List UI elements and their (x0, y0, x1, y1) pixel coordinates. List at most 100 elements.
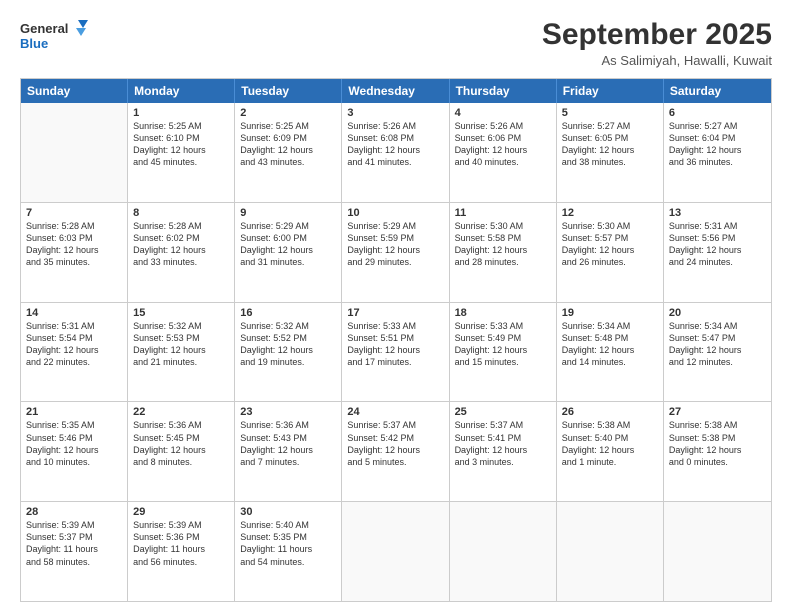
day-cell-19: 19Sunrise: 5:34 AM Sunset: 5:48 PM Dayli… (557, 303, 664, 402)
day-info: Sunrise: 5:36 AM Sunset: 5:43 PM Dayligh… (240, 419, 336, 468)
day-cell-10: 10Sunrise: 5:29 AM Sunset: 5:59 PM Dayli… (342, 203, 449, 302)
day-number: 12 (562, 207, 658, 219)
day-number: 14 (26, 307, 122, 319)
day-info: Sunrise: 5:30 AM Sunset: 5:58 PM Dayligh… (455, 220, 551, 269)
day-info: Sunrise: 5:35 AM Sunset: 5:46 PM Dayligh… (26, 419, 122, 468)
day-cell-2: 2Sunrise: 5:25 AM Sunset: 6:09 PM Daylig… (235, 103, 342, 202)
day-cell-17: 17Sunrise: 5:33 AM Sunset: 5:51 PM Dayli… (342, 303, 449, 402)
day-info: Sunrise: 5:34 AM Sunset: 5:47 PM Dayligh… (669, 320, 766, 369)
day-number: 24 (347, 406, 443, 418)
header-day-thursday: Thursday (450, 79, 557, 103)
week-row-1: 7Sunrise: 5:28 AM Sunset: 6:03 PM Daylig… (21, 202, 771, 302)
day-cell-4: 4Sunrise: 5:26 AM Sunset: 6:06 PM Daylig… (450, 103, 557, 202)
day-info: Sunrise: 5:37 AM Sunset: 5:42 PM Dayligh… (347, 419, 443, 468)
day-info: Sunrise: 5:26 AM Sunset: 6:06 PM Dayligh… (455, 120, 551, 169)
day-number: 1 (133, 107, 229, 119)
day-info: Sunrise: 5:26 AM Sunset: 6:08 PM Dayligh… (347, 120, 443, 169)
day-cell-23: 23Sunrise: 5:36 AM Sunset: 5:43 PM Dayli… (235, 402, 342, 501)
day-cell-3: 3Sunrise: 5:26 AM Sunset: 6:08 PM Daylig… (342, 103, 449, 202)
day-cell-14: 14Sunrise: 5:31 AM Sunset: 5:54 PM Dayli… (21, 303, 128, 402)
day-info: Sunrise: 5:27 AM Sunset: 6:05 PM Dayligh… (562, 120, 658, 169)
day-number: 3 (347, 107, 443, 119)
day-cell-26: 26Sunrise: 5:38 AM Sunset: 5:40 PM Dayli… (557, 402, 664, 501)
week-row-0: 1Sunrise: 5:25 AM Sunset: 6:10 PM Daylig… (21, 103, 771, 202)
day-number: 17 (347, 307, 443, 319)
calendar: SundayMondayTuesdayWednesdayThursdayFrid… (20, 78, 772, 602)
day-cell-11: 11Sunrise: 5:30 AM Sunset: 5:58 PM Dayli… (450, 203, 557, 302)
day-number: 6 (669, 107, 766, 119)
empty-cell-0-0 (21, 103, 128, 202)
day-number: 20 (669, 307, 766, 319)
header-day-monday: Monday (128, 79, 235, 103)
day-info: Sunrise: 5:29 AM Sunset: 6:00 PM Dayligh… (240, 220, 336, 269)
day-number: 27 (669, 406, 766, 418)
day-number: 16 (240, 307, 336, 319)
day-cell-8: 8Sunrise: 5:28 AM Sunset: 6:02 PM Daylig… (128, 203, 235, 302)
day-info: Sunrise: 5:31 AM Sunset: 5:56 PM Dayligh… (669, 220, 766, 269)
day-info: Sunrise: 5:32 AM Sunset: 5:53 PM Dayligh… (133, 320, 229, 369)
week-row-2: 14Sunrise: 5:31 AM Sunset: 5:54 PM Dayli… (21, 302, 771, 402)
day-number: 25 (455, 406, 551, 418)
day-info: Sunrise: 5:37 AM Sunset: 5:41 PM Dayligh… (455, 419, 551, 468)
day-number: 13 (669, 207, 766, 219)
day-info: Sunrise: 5:39 AM Sunset: 5:36 PM Dayligh… (133, 519, 229, 568)
day-cell-28: 28Sunrise: 5:39 AM Sunset: 5:37 PM Dayli… (21, 502, 128, 601)
day-number: 9 (240, 207, 336, 219)
day-info: Sunrise: 5:33 AM Sunset: 5:51 PM Dayligh… (347, 320, 443, 369)
day-info: Sunrise: 5:31 AM Sunset: 5:54 PM Dayligh… (26, 320, 122, 369)
day-number: 22 (133, 406, 229, 418)
day-info: Sunrise: 5:29 AM Sunset: 5:59 PM Dayligh… (347, 220, 443, 269)
header-day-wednesday: Wednesday (342, 79, 449, 103)
day-info: Sunrise: 5:32 AM Sunset: 5:52 PM Dayligh… (240, 320, 336, 369)
day-info: Sunrise: 5:36 AM Sunset: 5:45 PM Dayligh… (133, 419, 229, 468)
day-number: 30 (240, 506, 336, 518)
day-cell-20: 20Sunrise: 5:34 AM Sunset: 5:47 PM Dayli… (664, 303, 771, 402)
day-number: 10 (347, 207, 443, 219)
day-cell-6: 6Sunrise: 5:27 AM Sunset: 6:04 PM Daylig… (664, 103, 771, 202)
location: As Salimiyah, Hawalli, Kuwait (542, 53, 772, 68)
day-number: 21 (26, 406, 122, 418)
day-cell-18: 18Sunrise: 5:33 AM Sunset: 5:49 PM Dayli… (450, 303, 557, 402)
logo-svg: General Blue (20, 18, 90, 58)
day-info: Sunrise: 5:25 AM Sunset: 6:10 PM Dayligh… (133, 120, 229, 169)
svg-text:General: General (20, 21, 68, 36)
day-number: 5 (562, 107, 658, 119)
day-number: 19 (562, 307, 658, 319)
day-info: Sunrise: 5:38 AM Sunset: 5:38 PM Dayligh… (669, 419, 766, 468)
day-info: Sunrise: 5:28 AM Sunset: 6:03 PM Dayligh… (26, 220, 122, 269)
day-cell-12: 12Sunrise: 5:30 AM Sunset: 5:57 PM Dayli… (557, 203, 664, 302)
header-day-sunday: Sunday (21, 79, 128, 103)
week-row-3: 21Sunrise: 5:35 AM Sunset: 5:46 PM Dayli… (21, 401, 771, 501)
day-cell-5: 5Sunrise: 5:27 AM Sunset: 6:05 PM Daylig… (557, 103, 664, 202)
day-cell-25: 25Sunrise: 5:37 AM Sunset: 5:41 PM Dayli… (450, 402, 557, 501)
day-cell-24: 24Sunrise: 5:37 AM Sunset: 5:42 PM Dayli… (342, 402, 449, 501)
logo: General Blue (20, 18, 90, 58)
day-number: 8 (133, 207, 229, 219)
empty-cell-4-4 (450, 502, 557, 601)
day-cell-13: 13Sunrise: 5:31 AM Sunset: 5:56 PM Dayli… (664, 203, 771, 302)
day-number: 7 (26, 207, 122, 219)
day-cell-21: 21Sunrise: 5:35 AM Sunset: 5:46 PM Dayli… (21, 402, 128, 501)
day-cell-7: 7Sunrise: 5:28 AM Sunset: 6:03 PM Daylig… (21, 203, 128, 302)
day-number: 4 (455, 107, 551, 119)
day-info: Sunrise: 5:33 AM Sunset: 5:49 PM Dayligh… (455, 320, 551, 369)
month-title: September 2025 (542, 18, 772, 51)
day-number: 18 (455, 307, 551, 319)
calendar-body: 1Sunrise: 5:25 AM Sunset: 6:10 PM Daylig… (21, 103, 771, 601)
day-info: Sunrise: 5:40 AM Sunset: 5:35 PM Dayligh… (240, 519, 336, 568)
day-number: 26 (562, 406, 658, 418)
day-cell-22: 22Sunrise: 5:36 AM Sunset: 5:45 PM Dayli… (128, 402, 235, 501)
day-cell-15: 15Sunrise: 5:32 AM Sunset: 5:53 PM Dayli… (128, 303, 235, 402)
day-cell-1: 1Sunrise: 5:25 AM Sunset: 6:10 PM Daylig… (128, 103, 235, 202)
empty-cell-4-5 (557, 502, 664, 601)
day-cell-16: 16Sunrise: 5:32 AM Sunset: 5:52 PM Dayli… (235, 303, 342, 402)
day-cell-30: 30Sunrise: 5:40 AM Sunset: 5:35 PM Dayli… (235, 502, 342, 601)
header-day-friday: Friday (557, 79, 664, 103)
day-info: Sunrise: 5:38 AM Sunset: 5:40 PM Dayligh… (562, 419, 658, 468)
day-info: Sunrise: 5:28 AM Sunset: 6:02 PM Dayligh… (133, 220, 229, 269)
day-cell-29: 29Sunrise: 5:39 AM Sunset: 5:36 PM Dayli… (128, 502, 235, 601)
day-info: Sunrise: 5:25 AM Sunset: 6:09 PM Dayligh… (240, 120, 336, 169)
day-number: 23 (240, 406, 336, 418)
day-info: Sunrise: 5:34 AM Sunset: 5:48 PM Dayligh… (562, 320, 658, 369)
week-row-4: 28Sunrise: 5:39 AM Sunset: 5:37 PM Dayli… (21, 501, 771, 601)
